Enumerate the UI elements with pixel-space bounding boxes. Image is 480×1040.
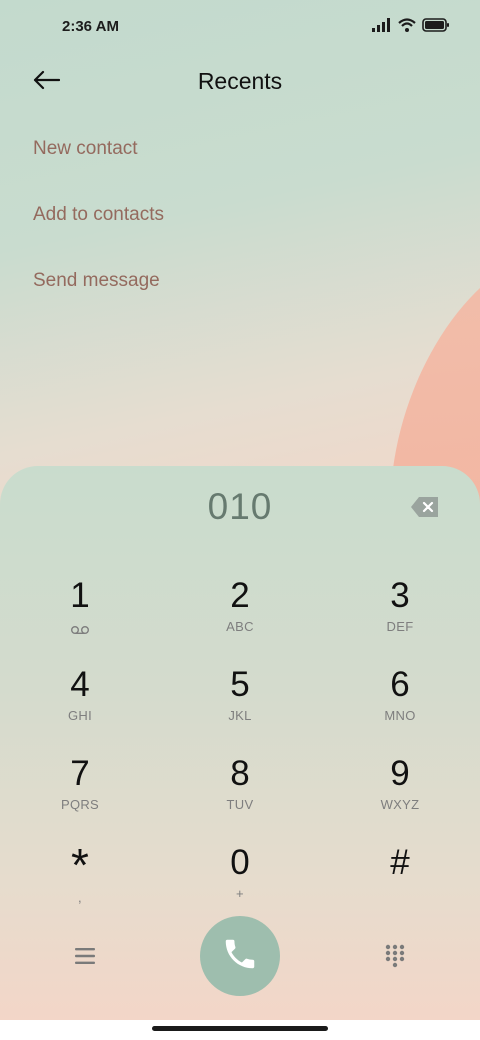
keypad-toggle-button[interactable] (378, 936, 412, 976)
header: Recents (0, 56, 480, 108)
keypad-grid-icon (378, 944, 412, 980)
key-letters: GHI (67, 708, 92, 723)
new-contact-option[interactable]: New contact (0, 124, 480, 190)
add-to-contacts-option[interactable]: Add to contacts (0, 190, 480, 256)
key-7[interactable]: 7 PQRS (0, 748, 160, 837)
signal-icon (372, 18, 392, 37)
key-digit: 5 (230, 665, 250, 704)
voicemail-icon (71, 622, 89, 640)
key-4[interactable]: 4 GHI (0, 659, 160, 748)
key-letters: MNO (384, 708, 416, 723)
status-icons (372, 18, 450, 37)
key-2[interactable]: 2 ABC (160, 570, 320, 659)
key-letters: TUV (226, 797, 254, 812)
key-8[interactable]: 8 TUV (160, 748, 320, 837)
key-letters: PQRS (60, 797, 100, 812)
key-digit: * (71, 839, 89, 891)
key-0[interactable]: 0 + (160, 837, 320, 926)
key-1[interactable]: 1 (0, 570, 160, 659)
key-digit: 8 (230, 754, 250, 793)
key-6[interactable]: 6 MNO (320, 659, 480, 748)
key-digit: 7 (70, 754, 90, 793)
key-digit: 4 (70, 665, 90, 704)
send-message-option[interactable]: Send message (0, 256, 480, 322)
key-letters: DEF (386, 619, 414, 634)
backspace-button[interactable] (410, 496, 446, 522)
key-3[interactable]: 3 DEF (320, 570, 480, 659)
page-title: Recents (197, 68, 283, 94)
wifi-icon (398, 18, 416, 37)
key-digit: 6 (390, 665, 410, 704)
phone-icon (221, 935, 259, 978)
key-hash[interactable]: # (320, 837, 480, 926)
dialed-number[interactable]: 010 (0, 486, 480, 528)
call-button[interactable] (200, 916, 280, 996)
navigation-bar (0, 1020, 480, 1040)
key-letters: ABC (226, 619, 254, 634)
key-5[interactable]: 5 JKL (160, 659, 320, 748)
key-letters: + (236, 886, 244, 901)
key-digit: 3 (390, 576, 410, 615)
key-digit: 2 (230, 576, 250, 615)
menu-button[interactable] (64, 940, 106, 972)
key-9[interactable]: 9 WXYZ (320, 748, 480, 837)
battery-icon (422, 18, 450, 37)
dialer-panel: 010 1 2 ABC 3 DEF 4 GHI 5 JKL 6 MNO 7 PQ… (0, 466, 480, 1020)
keypad: 1 2 ABC 3 DEF 4 GHI 5 JKL 6 MNO 7 PQRS 8… (0, 570, 480, 926)
key-letters: , (78, 890, 82, 905)
recents-menu: New contact Add to contacts Send message (0, 124, 480, 322)
status-bar: 2:36 AM (0, 0, 480, 56)
backspace-icon (410, 497, 440, 522)
home-indicator[interactable] (152, 1026, 328, 1031)
key-letters: WXYZ (380, 797, 420, 812)
key-digit: 0 (230, 843, 250, 882)
dialer-bottom-bar (0, 914, 480, 998)
key-letters: JKL (228, 708, 252, 723)
key-digit: 9 (390, 754, 410, 793)
key-star[interactable]: * , (0, 837, 160, 926)
menu-lines-icon (64, 948, 106, 976)
key-digit: 1 (70, 576, 90, 615)
status-time: 2:36 AM (62, 18, 119, 35)
key-digit: # (390, 843, 410, 882)
